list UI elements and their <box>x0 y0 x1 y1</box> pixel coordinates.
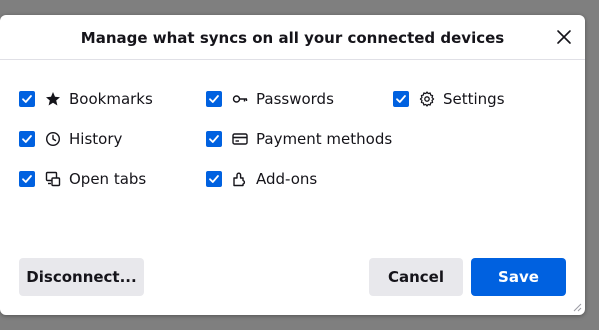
synced-tabs-icon <box>45 171 61 187</box>
checkmark-icon <box>209 135 219 143</box>
clock-icon <box>45 131 61 147</box>
checkmark-icon <box>22 175 32 183</box>
checkmark-icon <box>209 175 219 183</box>
option-passwords[interactable]: Passwords <box>206 89 334 109</box>
open-tabs-checkbox[interactable] <box>19 171 35 187</box>
resize-grip-icon[interactable] <box>572 302 582 312</box>
payment-methods-label: Payment methods <box>256 130 393 148</box>
payment-methods-checkbox[interactable] <box>206 131 222 147</box>
addons-checkbox[interactable] <box>206 171 222 187</box>
option-payment-methods[interactable]: Payment methods <box>206 129 392 149</box>
save-button[interactable]: Save <box>471 258 566 296</box>
key-icon <box>232 91 248 107</box>
checkmark-icon <box>22 95 32 103</box>
credit-card-icon <box>232 131 248 147</box>
cancel-button[interactable]: Cancel <box>369 258 463 296</box>
history-label: History <box>69 130 123 148</box>
addons-label: Add-ons <box>256 170 318 188</box>
disconnect-button[interactable]: Disconnect... <box>19 258 144 296</box>
checkmark-icon <box>396 95 406 103</box>
settings-checkbox[interactable] <box>393 91 409 107</box>
passwords-checkbox[interactable] <box>206 91 222 107</box>
option-open-tabs[interactable]: Open tabs <box>19 169 146 189</box>
star-icon <box>45 91 61 107</box>
option-addons[interactable]: Add-ons <box>206 169 317 189</box>
option-bookmarks[interactable]: Bookmarks <box>19 89 153 109</box>
passwords-label: Passwords <box>256 90 334 108</box>
checkmark-icon <box>22 135 32 143</box>
bookmarks-checkbox[interactable] <box>19 91 35 107</box>
gear-icon <box>419 91 435 107</box>
history-checkbox[interactable] <box>19 131 35 147</box>
checkmark-icon <box>209 95 219 103</box>
close-icon <box>557 30 571 44</box>
option-history[interactable]: History <box>19 129 122 149</box>
puzzle-piece-icon <box>232 171 248 187</box>
close-button[interactable] <box>555 28 573 46</box>
dialog-header: Manage what syncs on all your connected … <box>0 15 585 60</box>
option-settings[interactable]: Settings <box>393 89 505 109</box>
dialog-title: Manage what syncs on all your connected … <box>80 29 505 47</box>
bookmarks-label: Bookmarks <box>69 90 153 108</box>
open-tabs-label: Open tabs <box>69 170 147 188</box>
sync-settings-dialog: Manage what syncs on all your connected … <box>0 15 585 315</box>
settings-label: Settings <box>443 90 505 108</box>
